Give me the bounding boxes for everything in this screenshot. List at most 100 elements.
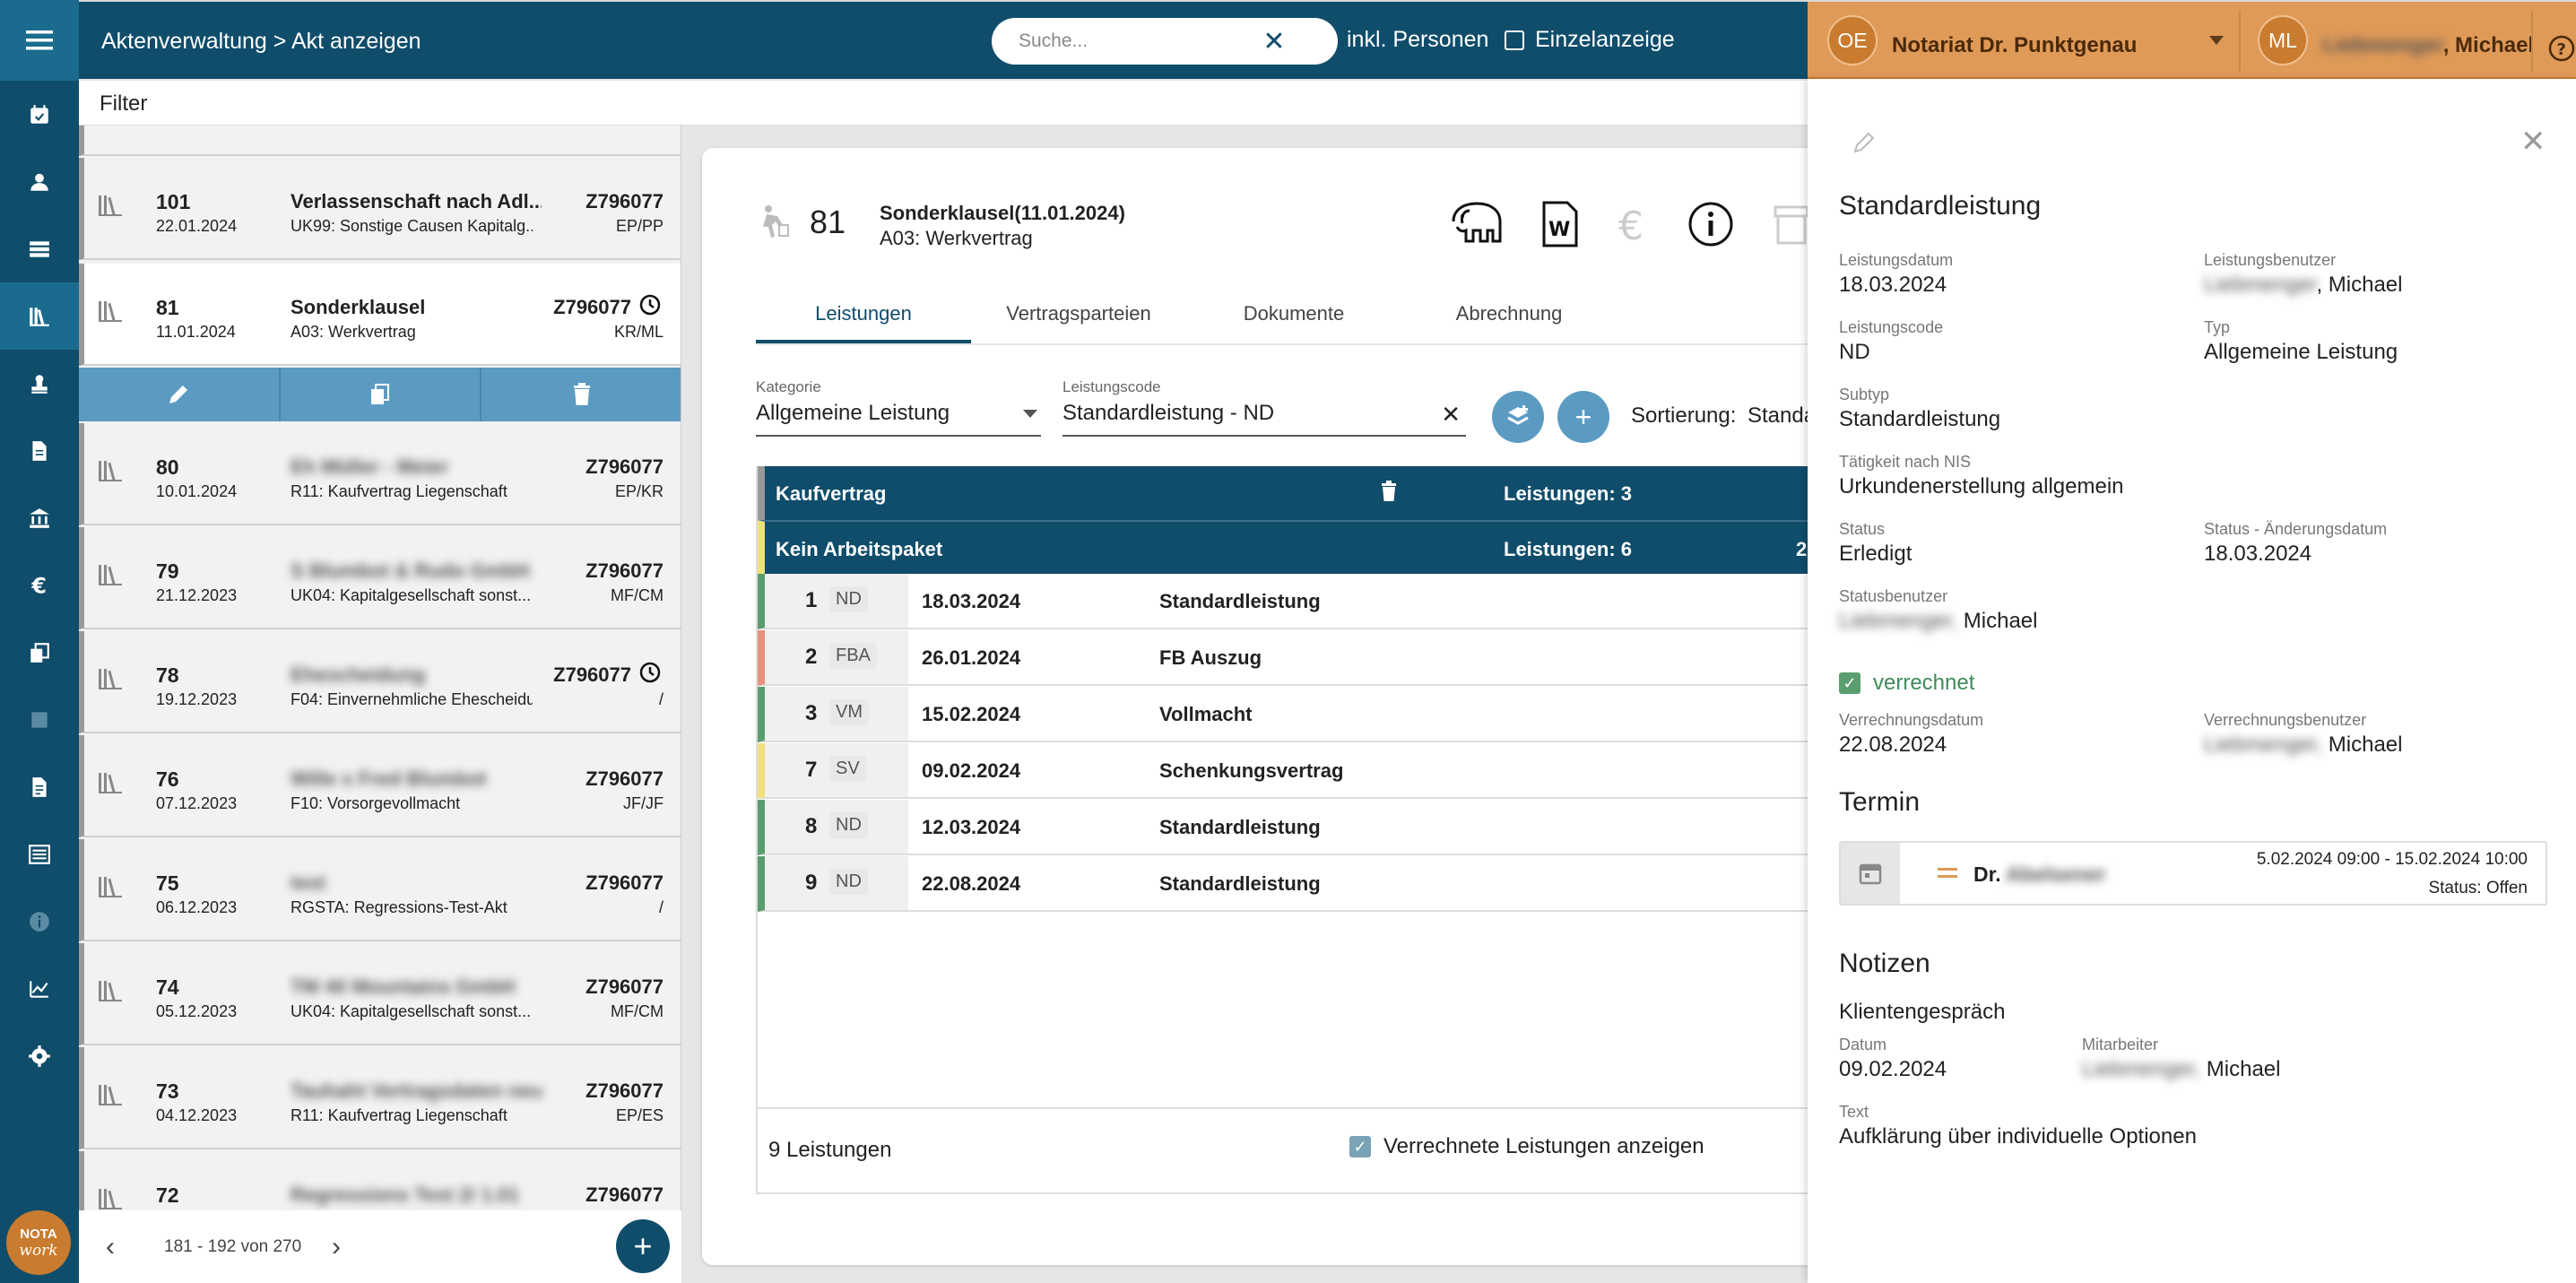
list-item[interactable]: 101 22.01.2024 Verlassenschaft nach Adl...… (79, 158, 681, 260)
leistung-row[interactable]: 9 ND 22.08.2024 Standardleistung (758, 856, 1821, 912)
list-item[interactable]: 78 19.12.2023 Ehescheidung F04: Einvernehml… (79, 631, 681, 733)
add-multiple-button[interactable] (1492, 391, 1544, 443)
sidebar-item-bank[interactable] (0, 484, 79, 551)
leistung-code-badge: ND (829, 812, 868, 838)
search-clear-button[interactable]: ✕ (1252, 20, 1297, 63)
akt-title: Eh Müller - Meier (291, 455, 449, 478)
info-circle-icon[interactable] (1687, 200, 1735, 248)
user-name[interactable]: Liebmenger, Michael (2322, 33, 2534, 58)
sidebar-item-stats[interactable] (0, 955, 79, 1022)
leistung-row[interactable]: 7 SV 09.02.2024 Schenkungsvertrag (758, 743, 1821, 799)
menu-button[interactable] (0, 0, 79, 81)
akt-date: 19.12.2023 (156, 690, 238, 708)
list-item[interactable]: 80 10.01.2024 Eh Müller - Meier R11: Kaufve… (79, 423, 681, 525)
group-count: Leistungen: 6 (1504, 538, 1633, 560)
list-item[interactable] (79, 126, 681, 156)
sidebar-item-register[interactable] (0, 820, 79, 888)
close-panel-button[interactable]: ✕ (2520, 124, 2546, 160)
leistung-row[interactable]: 1 ND 18.03.2024 Standardleistung (758, 574, 1821, 629)
sortierung-label: Sortierung: (1631, 403, 1737, 428)
divider (2239, 11, 2241, 72)
subtyp-label: Subtyp (1839, 386, 1890, 403)
edit-button[interactable] (79, 368, 281, 421)
check-icon: ✓ (1839, 672, 1860, 694)
tab-abrechnung[interactable]: Abrechnung (1401, 299, 1617, 343)
akt-code: Z796077 (585, 190, 664, 212)
termin-item[interactable]: Dr. Abelsener 5.02.2024 09:00 - 15.02.20… (1839, 841, 2547, 906)
next-page-button[interactable]: › (332, 1232, 341, 1262)
office-name[interactable]: Notariat Dr. Punktgenau (1892, 33, 2137, 58)
checkbox-inkl-personen[interactable]: inkl. Personen (1316, 27, 1488, 53)
tab-leistungen[interactable]: Leistungen (756, 299, 971, 343)
word-document-icon[interactable]: W (1541, 200, 1579, 248)
sidebar-item-person[interactable] (0, 148, 79, 215)
akt-subtitle: UK04: Kapitalgesellschaft sonst... (291, 1002, 532, 1020)
group-header-kein-arbeitspaket[interactable]: Kein Arbeitspaket Leistungen: 6 26 (758, 520, 1821, 574)
leistungen-count: 9 Leistungen (768, 1138, 892, 1162)
tab-dokumente[interactable]: Dokumente (1186, 299, 1401, 343)
table-list-icon (30, 240, 49, 257)
leistungscode-input[interactable]: Standardleistung - ND ✕ (1062, 401, 1466, 437)
statusbenutzer-label: Statusbenutzer (1839, 587, 1948, 605)
pencil-icon[interactable] (1852, 131, 1876, 154)
help-button[interactable]: ? (2547, 34, 2576, 67)
group-name: Kein Arbeitspaket (776, 538, 943, 560)
library-icon (30, 307, 49, 326)
caret-down-icon[interactable] (2209, 36, 2224, 45)
sidebar-item-list[interactable] (0, 215, 79, 282)
akt-initials: EP/PP (615, 217, 664, 235)
list-item[interactable]: 74 05.12.2023 TM 40 Mountains GmbH UK04: Ka… (79, 943, 681, 1045)
kategorie-select[interactable]: Allgemeine Leistung (756, 401, 1041, 437)
copy-button[interactable] (281, 368, 482, 421)
sidebar-item-settings[interactable] (0, 1022, 79, 1089)
sidebar-item-square[interactable] (0, 686, 79, 753)
user-lastname: Liebmenger (2322, 33, 2443, 57)
sidebar-item-document[interactable] (0, 417, 79, 484)
mitarbeiter-value: Liebmenger, Michael (2082, 1057, 2280, 1082)
tab-vertragsparteien[interactable]: Vertragsparteien (971, 299, 1186, 343)
termin-icon-box (1841, 843, 1900, 904)
svg-text:W: W (1548, 219, 1570, 241)
trash-icon (573, 383, 590, 405)
checkbox-label: Einzelanzeige (1535, 27, 1675, 52)
akt-initials: KR/ML (613, 323, 664, 341)
sidebar-item-info[interactable] (0, 888, 79, 955)
list-item[interactable]: 73 04.12.2023 Tauhaht Vertragsdaten neu R11… (79, 1047, 681, 1149)
breadcrumb-root[interactable]: Aktenverwaltung (101, 29, 267, 54)
delete-button[interactable] (481, 368, 681, 421)
close-icon[interactable]: ✕ (1441, 401, 1461, 429)
leistung-row[interactable]: 3 VM 15.02.2024 Vollmacht (758, 687, 1821, 742)
sidebar-item-calendar[interactable] (0, 81, 79, 148)
akt-code: Z796077 (553, 663, 631, 686)
register-icon (29, 844, 50, 864)
nis-value: Urkundenerstellung allgemein (1839, 474, 2124, 498)
archive-icon[interactable] (1774, 204, 1809, 247)
sidebar-item-copies[interactable] (0, 619, 79, 686)
sidebar-item-stamp[interactable] (0, 350, 79, 417)
trash-icon[interactable] (1380, 481, 1398, 502)
user-firstname: , Michael (2442, 33, 2535, 57)
akt-subtitle: F04: Einvernehmliche Ehescheidung (291, 690, 533, 708)
prev-page-button[interactable]: ‹ (106, 1232, 115, 1262)
sidebar-item-euro[interactable]: € (0, 551, 79, 619)
add-akt-button[interactable]: + (616, 1219, 670, 1273)
list-item[interactable]: 76 07.12.2023 Wille x Fred Blumbot F10: Vor… (79, 735, 681, 837)
sidebar-item-akten[interactable] (0, 282, 79, 350)
show-verrechnete-checkbox[interactable]: ✓ Verrechnete Leistungen anzeigen (1349, 1134, 1704, 1159)
kategorie-value: Allgemeine Leistung (756, 401, 950, 425)
list-item[interactable]: 75 06.12.2023 test RGSTA: Regressions-Test-… (79, 839, 681, 941)
leistung-row[interactable]: 2 FBA 26.01.2024 FB Auszug (758, 630, 1821, 686)
list-item[interactable]: 81 11.01.2024 Sonderklausel A03: Werkvertra… (79, 264, 681, 366)
group-header-kaufvertrag[interactable]: Kaufvertrag Leistungen: 3 (758, 466, 1821, 520)
elephant-icon[interactable] (1446, 200, 1505, 248)
akt-date: 11.01.2024 (156, 323, 236, 341)
filter-bar[interactable]: Filter (79, 81, 1808, 126)
list-item[interactable]: 79 21.12.2023 S Blumbot & Rudo GmbH UK04: K… (79, 527, 681, 629)
sidebar-item-file[interactable] (0, 753, 79, 820)
leistung-row[interactable]: 8 ND 12.03.2024 Standardleistung (758, 800, 1821, 855)
add-leistung-button[interactable]: + (1557, 391, 1609, 443)
status-label: Status (1839, 520, 1886, 538)
status-date-label: Status - Änderungsdatum (2204, 520, 2388, 538)
checkbox-einzelanzeige[interactable]: Einzelanzeige (1505, 27, 1675, 53)
akt-date: 21.12.2023 (156, 586, 238, 604)
